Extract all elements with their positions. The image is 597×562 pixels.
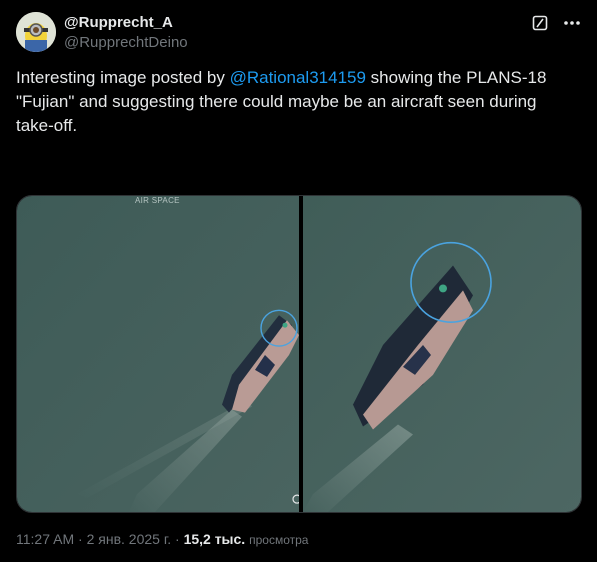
satellite-image-right[interactable] xyxy=(303,196,581,512)
tweet-text-before: Interesting image posted by xyxy=(16,68,230,87)
grok-slash-icon[interactable] xyxy=(531,14,549,32)
more-dots-icon[interactable] xyxy=(563,14,581,32)
meta-separator-2: · xyxy=(171,531,184,547)
tweet-text: Interesting image posted by @Rational314… xyxy=(16,66,576,138)
tweet-date[interactable]: 2 янв. 2025 г. xyxy=(87,531,172,547)
views-label: просмотра xyxy=(249,533,309,547)
meta-separator: · xyxy=(74,531,87,547)
tweet-meta: 11:27 AM · 2 янв. 2025 г. · 15,2 тыс. пр… xyxy=(16,531,308,547)
author-handle[interactable]: @RupprechtDeino xyxy=(64,33,188,53)
tweet-media[interactable]: AIR SPACE xyxy=(16,195,582,513)
tweet-time[interactable]: 11:27 AM xyxy=(16,531,74,547)
mention-link[interactable]: @Rational314159 xyxy=(230,68,366,87)
avatar[interactable] xyxy=(16,12,56,52)
tweet-header: @Rupprecht_A @RupprechtDeino xyxy=(16,12,581,56)
author-display-name[interactable]: @Rupprecht_A xyxy=(64,13,188,33)
satellite-image-left[interactable]: AIR SPACE xyxy=(17,196,299,512)
image-watermark: AIR SPACE xyxy=(135,196,180,205)
views-count: 15,2 тыс. xyxy=(183,531,246,547)
